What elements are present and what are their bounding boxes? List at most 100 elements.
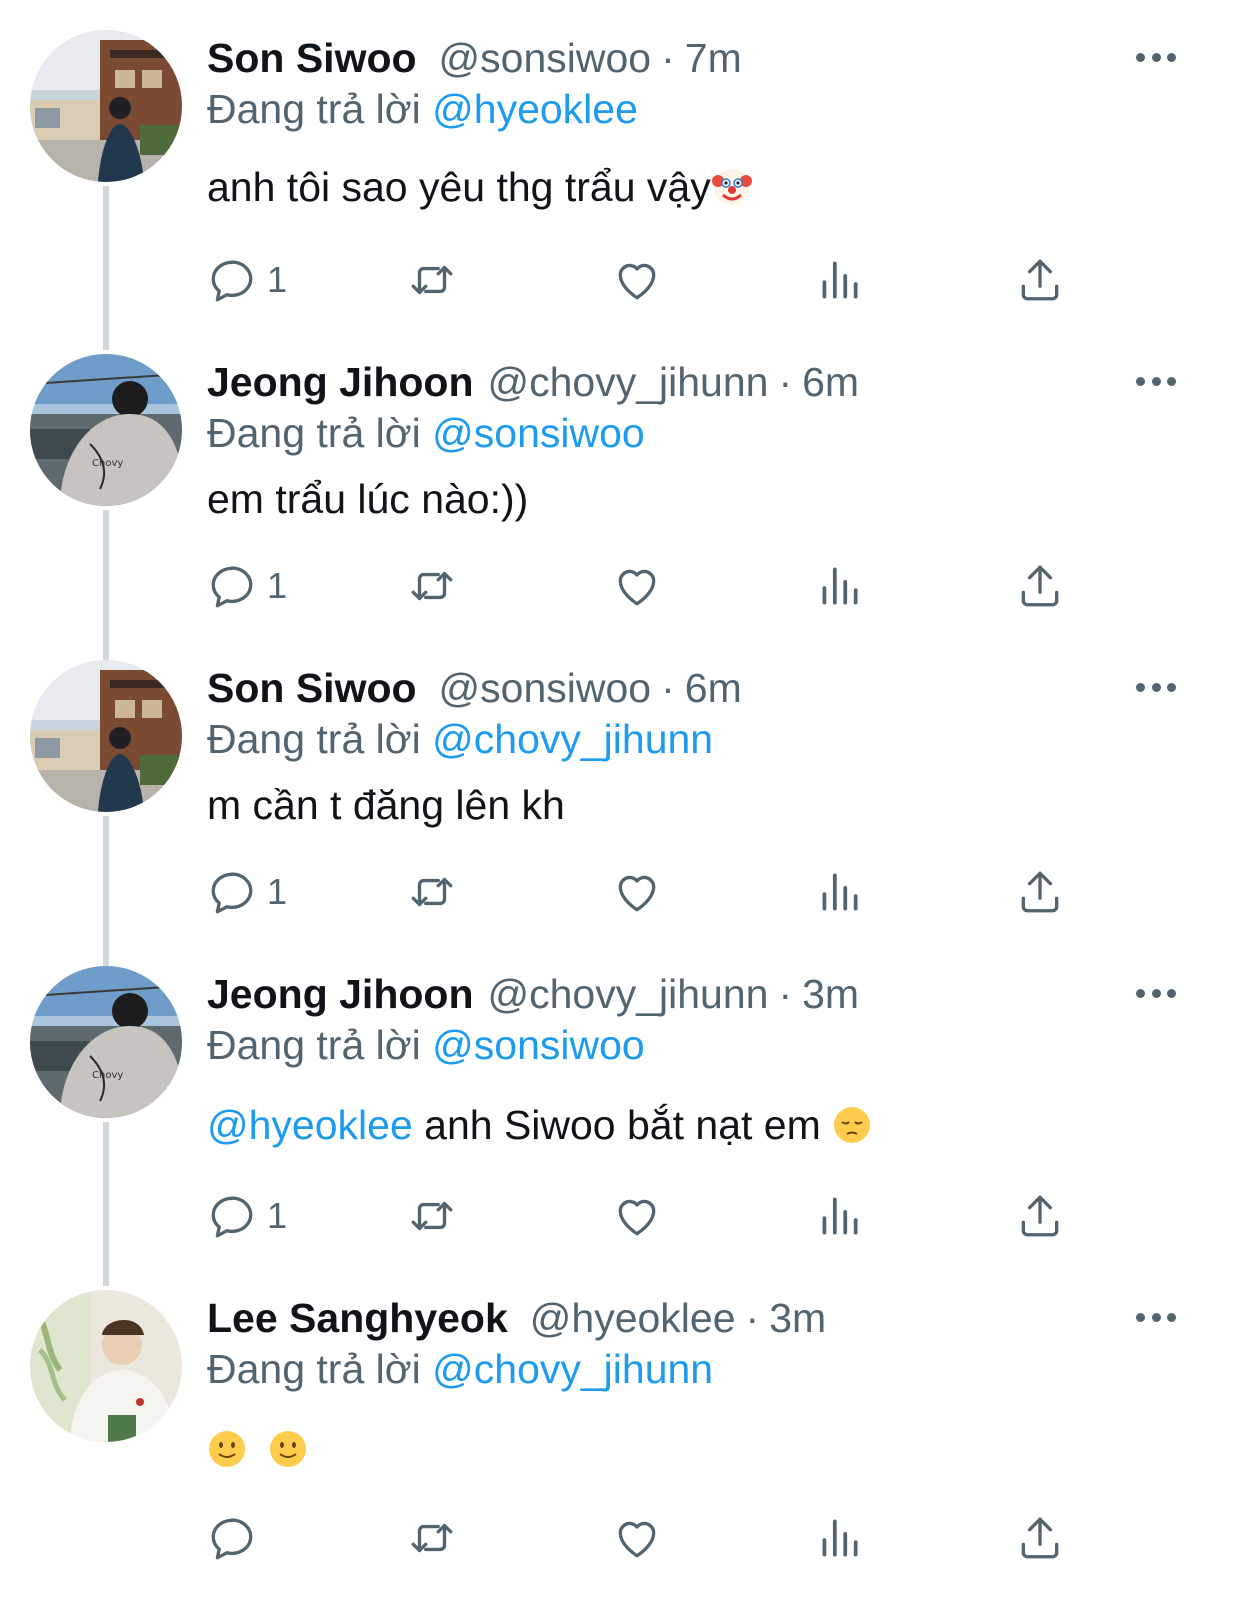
tweet[interactable]: Jeong Jihoon @chovy_jihunn · 3m Đang trả lờ… <box>0 966 1242 1286</box>
reply-icon <box>207 1191 257 1241</box>
tweet-actions: 1 <box>207 252 1087 308</box>
retweet-button[interactable] <box>407 558 457 614</box>
tweet-text: em trẩu lúc nào:)) <box>207 474 528 524</box>
conversation-thread: Son Siwoo @sonsiwoo · 7m Đang trả lời @hyeo… <box>0 0 1242 1599</box>
share-icon <box>1015 561 1065 611</box>
share-button[interactable] <box>1015 1188 1065 1244</box>
replying-prefix: Đang trả lời <box>207 1022 421 1068</box>
replying-to-mention[interactable]: @chovy_jihunn <box>432 1346 713 1392</box>
thread-connector <box>103 1122 109 1286</box>
like-icon <box>612 867 662 917</box>
user-handle[interactable]: @chovy_jihunn <box>488 359 769 405</box>
like-icon <box>612 561 662 611</box>
retweet-button[interactable] <box>407 252 457 308</box>
replying-to-mention[interactable]: @sonsiwoo <box>432 1022 645 1068</box>
views-button[interactable] <box>814 252 864 308</box>
like-button[interactable] <box>612 558 662 614</box>
text-mention[interactable]: @hyeoklee <box>207 1102 413 1148</box>
tweet[interactable]: Lee Sanghyeok @hyeoklee · 3m Đang trả lời @… <box>0 1290 1242 1599</box>
slightly-smiling-face-icon <box>268 1429 308 1480</box>
like-icon <box>612 1513 662 1563</box>
reply-button[interactable]: 1 <box>207 1188 287 1244</box>
more-icon[interactable] <box>1136 42 1176 72</box>
share-button[interactable] <box>1015 1510 1065 1566</box>
reply-button[interactable] <box>207 1510 267 1566</box>
views-button[interactable] <box>814 864 864 920</box>
replying-prefix: Đang trả lời <box>207 86 421 132</box>
display-name[interactable]: Jeong Jihoon <box>207 359 474 405</box>
display-name[interactable]: Son Siwoo <box>207 35 417 81</box>
user-handle[interactable]: @sonsiwoo <box>439 35 652 81</box>
retweet-button[interactable] <box>407 864 457 920</box>
reply-button[interactable]: 1 <box>207 252 287 308</box>
user-handle[interactable]: @hyeoklee <box>530 1295 736 1341</box>
replying-to: Đang trả lời @chovy_jihunn <box>207 715 713 763</box>
thread-connector <box>103 186 109 350</box>
separator: · <box>778 971 793 1017</box>
more-icon[interactable] <box>1136 672 1176 702</box>
replying-to-mention[interactable]: @hyeoklee <box>432 86 638 132</box>
tweet-text-content: anh tôi sao yêu thg trẩu vậy <box>207 164 711 210</box>
replying-to-mention[interactable]: @sonsiwoo <box>432 410 645 456</box>
more-icon[interactable] <box>1136 978 1176 1008</box>
avatar[interactable] <box>30 966 182 1118</box>
retweet-icon <box>407 255 457 305</box>
replying-to: Đang trả lời @sonsiwoo <box>207 409 645 457</box>
timestamp[interactable]: 6m <box>802 359 859 405</box>
tweet-text <box>207 1424 308 1480</box>
like-icon <box>612 1191 662 1241</box>
tweet-text-content: m cần t đăng lên kh <box>207 782 565 828</box>
like-button[interactable] <box>612 1510 662 1566</box>
tweet-text: anh tôi sao yêu thg trẩu vậy <box>207 162 753 218</box>
tweet[interactable]: Son Siwoo @sonsiwoo · 7m Đang trả lời @hyeo… <box>0 30 1242 350</box>
timestamp[interactable]: 7m <box>685 35 742 81</box>
reply-count: 1 <box>267 565 288 606</box>
tweet-text-content: anh Siwoo bắt nạt em <box>412 1102 833 1148</box>
more-icon[interactable] <box>1136 1302 1176 1332</box>
slightly-smiling-face-icon <box>207 1429 247 1480</box>
replying-to-mention[interactable]: @chovy_jihunn <box>432 716 713 762</box>
retweet-button[interactable] <box>407 1510 457 1566</box>
share-icon <box>1015 867 1065 917</box>
views-button[interactable] <box>814 558 864 614</box>
display-name[interactable]: Jeong Jihoon <box>207 971 474 1017</box>
like-button[interactable] <box>612 252 662 308</box>
tweet-text-content: em trẩu lúc nào:)) <box>207 476 529 522</box>
reply-button[interactable]: 1 <box>207 558 287 614</box>
timestamp[interactable]: 6m <box>685 665 742 711</box>
share-button[interactable] <box>1015 558 1065 614</box>
tweet[interactable]: Jeong Jihoon @chovy_jihunn · 6m Đang trả lờ… <box>0 354 1242 660</box>
avatar[interactable] <box>30 660 182 812</box>
like-button[interactable] <box>612 864 662 920</box>
reply-count: 1 <box>267 259 288 300</box>
tweet-header: Jeong Jihoon @chovy_jihunn · 6m <box>207 358 1102 406</box>
user-handle[interactable]: @sonsiwoo <box>439 665 652 711</box>
views-button[interactable] <box>814 1188 864 1244</box>
separator: · <box>661 665 675 711</box>
replying-to: Đang trả lời @chovy_jihunn <box>207 1345 713 1393</box>
timestamp[interactable]: 3m <box>802 971 859 1017</box>
more-icon[interactable] <box>1136 366 1176 396</box>
share-button[interactable] <box>1015 252 1065 308</box>
avatar[interactable] <box>30 1290 182 1442</box>
display-name[interactable]: Son Siwoo <box>207 665 417 711</box>
display-name[interactable]: Lee Sanghyeok <box>207 1295 508 1341</box>
thread-connector <box>103 816 109 966</box>
tweet-header: Son Siwoo @sonsiwoo · 6m <box>207 664 1102 712</box>
reply-button[interactable]: 1 <box>207 864 287 920</box>
share-icon <box>1015 1513 1065 1563</box>
tweet[interactable]: Son Siwoo @sonsiwoo · 6m Đang trả lời @chov… <box>0 660 1242 966</box>
reply-count: 1 <box>267 871 288 912</box>
replying-prefix: Đang trả lời <box>207 1346 421 1392</box>
like-icon <box>612 255 662 305</box>
retweet-button[interactable] <box>407 1188 457 1244</box>
like-button[interactable] <box>612 1188 662 1244</box>
views-button[interactable] <box>814 1510 864 1566</box>
timestamp[interactable]: 3m <box>769 1295 826 1341</box>
replying-to: Đang trả lời @hyeoklee <box>207 85 638 133</box>
avatar[interactable] <box>30 30 182 182</box>
avatar[interactable] <box>30 354 182 506</box>
separator: · <box>778 359 793 405</box>
share-button[interactable] <box>1015 864 1065 920</box>
user-handle[interactable]: @chovy_jihunn <box>488 971 769 1017</box>
